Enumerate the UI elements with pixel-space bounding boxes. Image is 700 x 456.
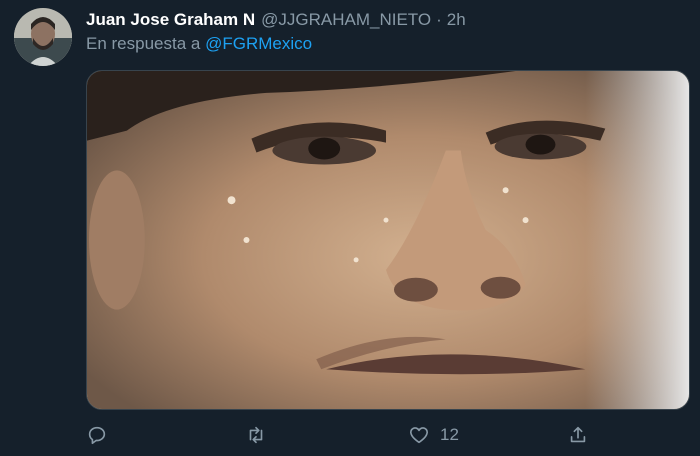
heart-icon xyxy=(409,427,429,444)
author-display-name[interactable]: Juan Jose Graham N xyxy=(86,10,255,30)
tweet-timestamp[interactable]: 2h xyxy=(447,10,466,30)
face-photo xyxy=(87,71,689,409)
author-handle[interactable]: @JJGRAHAM_NIETO xyxy=(261,10,431,30)
tweet[interactable]: Juan Jose Graham N @JJGRAHAM_NIETO · 2h … xyxy=(0,0,700,456)
avatar-image xyxy=(14,8,72,66)
reply-icon xyxy=(88,426,106,445)
share-icon xyxy=(570,426,586,443)
tweet-media-image[interactable] xyxy=(86,70,690,410)
retweet-icon xyxy=(249,426,263,444)
avatar[interactable] xyxy=(14,8,72,66)
separator-dot: · xyxy=(436,10,442,29)
share-button[interactable] xyxy=(567,420,599,450)
reply-prefix: En respuesta a xyxy=(86,34,201,53)
like-button[interactable]: 12 xyxy=(408,420,459,450)
reply-context: En respuesta a @FGRMexico xyxy=(86,34,312,54)
tweet-header: Juan Jose Graham N @JJGRAHAM_NIETO · 2h xyxy=(86,9,466,31)
retweet-button[interactable] xyxy=(245,420,277,450)
tweet-actions: 12 xyxy=(86,420,690,450)
reply-mention-link[interactable]: @FGRMexico xyxy=(205,34,312,53)
reply-button[interactable] xyxy=(86,420,118,450)
like-count: 12 xyxy=(440,425,459,444)
